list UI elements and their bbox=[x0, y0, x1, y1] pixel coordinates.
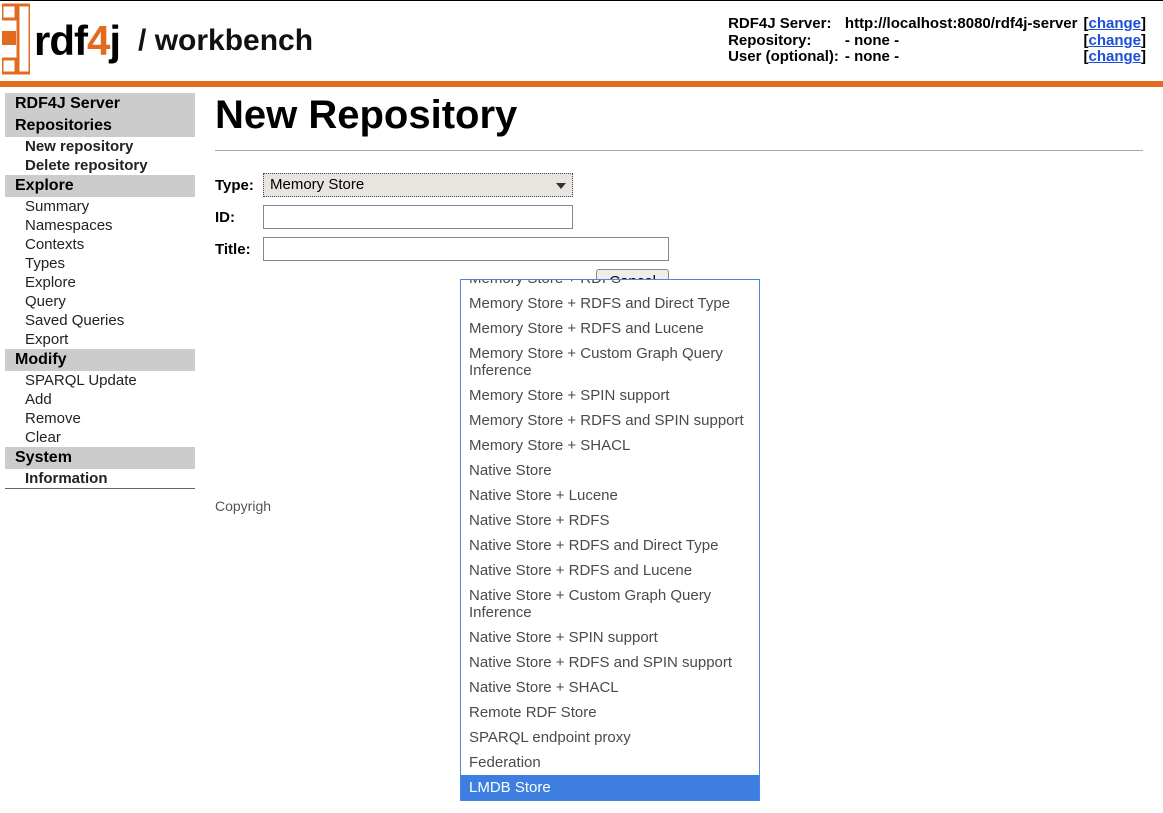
dropdown-option[interactable]: Native Store + RDFS and SPIN support bbox=[461, 650, 759, 675]
sidebar-item[interactable]: SPARQL Update bbox=[5, 371, 195, 390]
nav-group-header: Explore bbox=[5, 175, 195, 197]
dropdown-option[interactable]: Native Store + RDFS bbox=[461, 508, 759, 533]
header: rdf4j / workbench RDF4J Server: http://l… bbox=[0, 1, 1163, 81]
sidebar-item[interactable]: Clear bbox=[5, 428, 195, 447]
type-label: Type: bbox=[215, 169, 263, 201]
dropdown-option[interactable]: Federation bbox=[461, 750, 759, 775]
title-input[interactable] bbox=[263, 237, 669, 261]
dropdown-option[interactable]: Memory Store + RDFS bbox=[461, 279, 759, 291]
dropdown-option[interactable]: Remote RDF Store bbox=[461, 700, 759, 725]
dropdown-option[interactable]: Native Store + RDFS and Direct Type bbox=[461, 533, 759, 558]
nav-group-header: RDF4J Server bbox=[5, 93, 195, 115]
dropdown-option[interactable]: Native Store + Custom Graph Query Infere… bbox=[461, 583, 759, 625]
sidebar-item[interactable]: Saved Queries bbox=[5, 311, 195, 330]
rdf4j-logo-icon bbox=[2, 3, 30, 79]
logo-text: rdf4j bbox=[34, 17, 120, 65]
change-server-link[interactable]: change bbox=[1088, 15, 1141, 32]
dropdown-option[interactable]: Memory Store + SHACL bbox=[461, 433, 759, 458]
dropdown-option[interactable]: Memory Store + RDFS and SPIN support bbox=[461, 408, 759, 433]
sidebar-item[interactable]: Explore bbox=[5, 273, 195, 292]
main-content: New Repository Type: Memory Store ID: Ti… bbox=[195, 93, 1163, 514]
sidebar-item[interactable]: Add bbox=[5, 390, 195, 409]
dropdown-option[interactable]: Native Store bbox=[461, 458, 759, 483]
type-select[interactable]: Memory Store bbox=[263, 173, 573, 197]
dropdown-option[interactable]: Memory Store + SPIN support bbox=[461, 383, 759, 408]
title-label: Title: bbox=[215, 233, 263, 265]
server-row-user: User (optional): - none - [change] bbox=[726, 49, 1148, 66]
dropdown-option[interactable]: Memory Store + RDFS and Direct Type bbox=[461, 291, 759, 316]
server-row-repository: Repository: - none - [change] bbox=[726, 33, 1148, 50]
dropdown-option[interactable]: Native Store + SPIN support bbox=[461, 625, 759, 650]
dropdown-option[interactable]: Memory Store + RDFS and Lucene bbox=[461, 316, 759, 341]
sidebar-item[interactable]: Namespaces bbox=[5, 216, 195, 235]
sidebar-item[interactable]: Contexts bbox=[5, 235, 195, 254]
sidebar-item[interactable]: Information bbox=[5, 469, 195, 488]
id-input[interactable] bbox=[263, 205, 573, 229]
dropdown-option[interactable]: Native Store + RDFS and Lucene bbox=[461, 558, 759, 583]
dropdown-option[interactable]: LMDB Store bbox=[461, 775, 759, 800]
change-repository-link[interactable]: change bbox=[1088, 32, 1141, 49]
sidebar-item[interactable]: New repository bbox=[5, 137, 195, 156]
sidebar-item[interactable]: Summary bbox=[5, 197, 195, 216]
type-dropdown-list[interactable]: Memory Store + RDFSMemory Store + RDFS a… bbox=[460, 279, 760, 801]
workbench-text: / workbench bbox=[138, 24, 313, 58]
dropdown-option[interactable]: Native Store + Lucene bbox=[461, 483, 759, 508]
server-row-rdf4j: RDF4J Server: http://localhost:8080/rdf4… bbox=[726, 16, 1148, 33]
server-info: RDF4J Server: http://localhost:8080/rdf4… bbox=[726, 16, 1163, 66]
sidebar-item[interactable]: Query bbox=[5, 292, 195, 311]
sidebar: RDF4J ServerRepositoriesNew repositoryDe… bbox=[0, 93, 195, 514]
change-user-link[interactable]: change bbox=[1088, 48, 1141, 65]
logo: rdf4j / workbench bbox=[0, 3, 313, 79]
page-title: New Repository bbox=[215, 93, 1143, 138]
nav-group-header: Repositories bbox=[5, 115, 195, 137]
dropdown-option[interactable]: SPARQL endpoint proxy bbox=[461, 725, 759, 750]
nav-group-header: System bbox=[5, 447, 195, 469]
sidebar-item[interactable]: Types bbox=[5, 254, 195, 273]
dropdown-option[interactable]: Native Store + SHACL bbox=[461, 675, 759, 700]
dropdown-option[interactable]: Memory Store + Custom Graph Query Infere… bbox=[461, 341, 759, 383]
nav-group-header: Modify bbox=[5, 349, 195, 371]
sidebar-item[interactable]: Delete repository bbox=[5, 156, 195, 175]
sidebar-item[interactable]: Remove bbox=[5, 409, 195, 428]
sidebar-item[interactable]: Export bbox=[5, 330, 195, 349]
id-label: ID: bbox=[215, 201, 263, 233]
